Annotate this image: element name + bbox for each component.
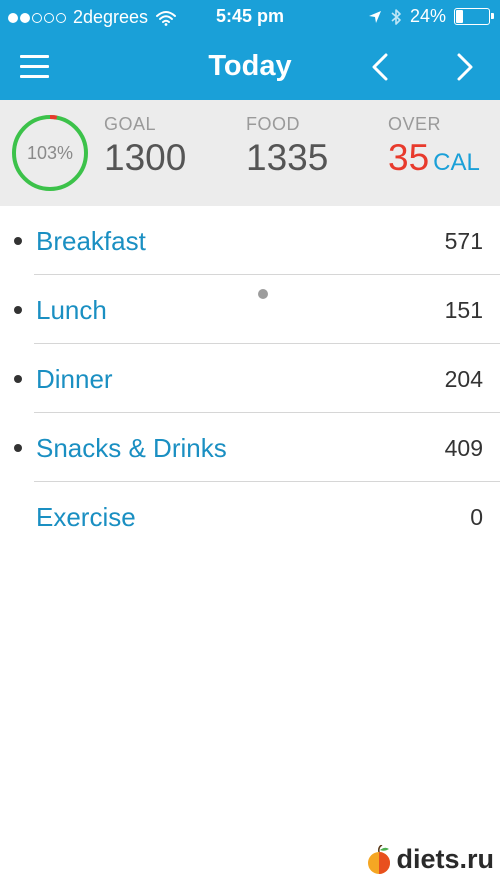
- battery-icon: [454, 8, 494, 25]
- bullet-icon: [14, 375, 22, 383]
- meal-name: Lunch: [36, 295, 107, 325]
- over-value: 35: [388, 137, 430, 178]
- over-stat: OVER 35 CAL: [388, 114, 480, 179]
- watermark: diets.ru: [365, 844, 494, 875]
- watermark-text: diets.ru: [396, 844, 494, 874]
- status-bar: 2degrees 5:45 pm 24%: [0, 0, 500, 34]
- food-label: FOOD: [246, 114, 300, 134]
- nav-bar: Today: [0, 34, 500, 100]
- over-value-line: 35 CAL: [388, 137, 480, 179]
- meal-row-snacks[interactable]: Snacks & Drinks 409: [0, 413, 500, 482]
- chevron-right-icon[interactable]: [447, 50, 481, 84]
- meal-row-dinner[interactable]: Dinner 204: [0, 344, 500, 413]
- bullet-icon: [14, 444, 22, 452]
- bluetooth-icon: [391, 8, 401, 25]
- meal-calories: 0: [470, 504, 483, 530]
- goal-stat: GOAL 1300: [104, 114, 186, 179]
- goal-label: GOAL: [104, 114, 157, 134]
- calorie-unit: CAL: [433, 149, 480, 176]
- meal-calories: 571: [444, 228, 483, 254]
- location-arrow-icon: [368, 10, 381, 23]
- bullet-icon: [14, 237, 22, 245]
- progress-percent: 103%: [26, 143, 74, 163]
- meal-list: Breakfast 571 Lunch 151 Dinner 204 Snack…: [0, 206, 500, 551]
- meal-name: Exercise: [36, 502, 136, 532]
- page-title: Today: [208, 50, 292, 82]
- chevron-left-icon[interactable]: [364, 50, 398, 84]
- meal-calories: 204: [444, 366, 483, 392]
- meal-calories: 151: [444, 297, 483, 323]
- meal-name: Snacks & Drinks: [36, 433, 227, 463]
- meal-name: Dinner: [36, 364, 113, 394]
- battery-percent: 24%: [409, 6, 446, 26]
- meal-calories: 409: [444, 435, 483, 461]
- calorie-summary[interactable]: 103% GOAL 1300 FOOD 1335 OVER 35 CAL: [0, 100, 500, 299]
- status-right: 24%: [368, 6, 494, 27]
- bullet-icon: [14, 306, 22, 314]
- apple-logo-icon: [368, 844, 391, 874]
- meal-row-exercise[interactable]: Exercise 0: [0, 482, 500, 551]
- meal-row-breakfast[interactable]: Breakfast 571: [0, 206, 500, 275]
- meal-name: Breakfast: [36, 226, 146, 256]
- meal-row-lunch[interactable]: Lunch 151: [0, 275, 500, 344]
- over-label: OVER: [388, 114, 442, 134]
- food-stat: FOOD 1335: [246, 114, 328, 179]
- goal-value: 1300: [104, 137, 187, 178]
- food-value: 1335: [246, 137, 329, 178]
